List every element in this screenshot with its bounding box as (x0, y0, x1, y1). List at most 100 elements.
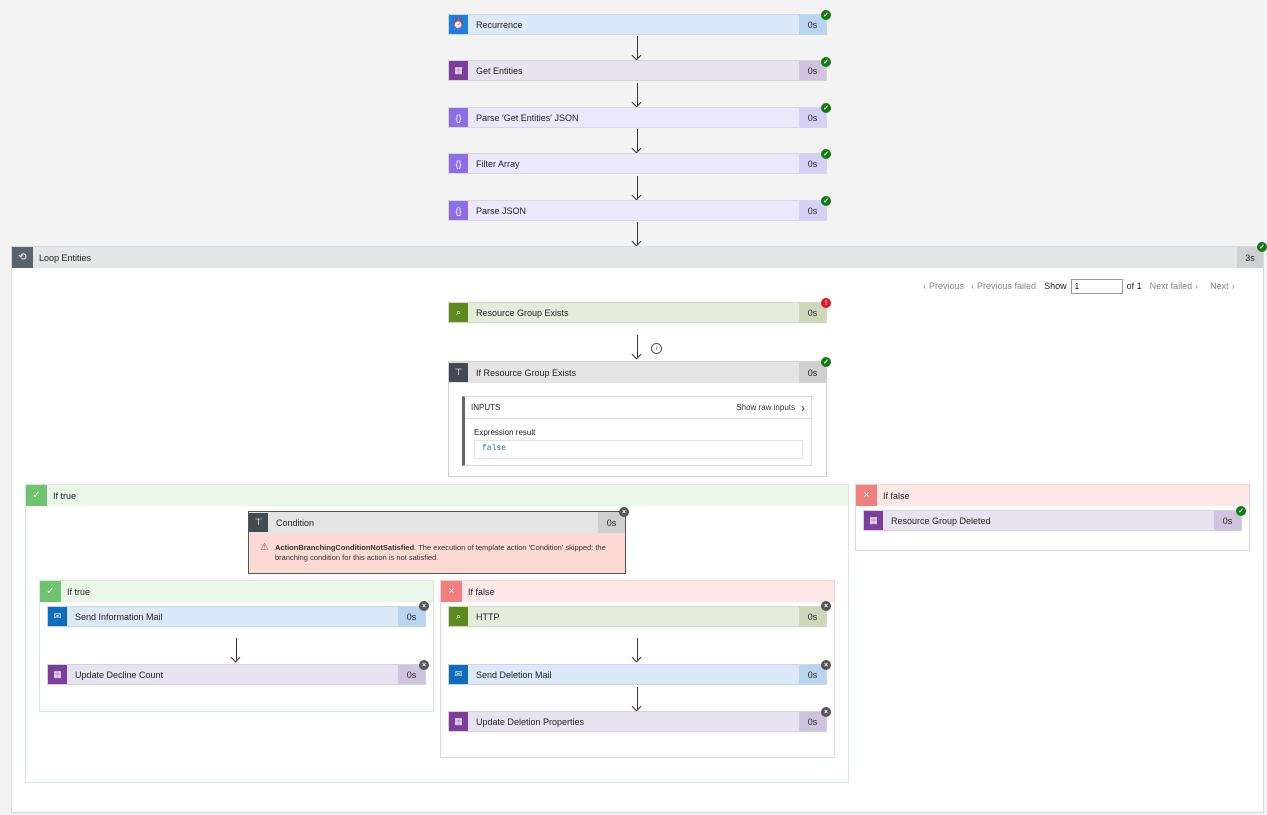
action-resource-group-exists[interactable]: ⌕ Resource Group Exists 0s (448, 302, 827, 323)
action-get-entities[interactable]: ▦ Get Entities 0s (448, 60, 827, 81)
chevron-left-icon: ‹ (923, 281, 926, 291)
action-title: Send Information Mail (75, 611, 163, 622)
action-title: Parse JSON (476, 205, 527, 216)
arrow-icon (637, 83, 638, 105)
outlook-icon: ✉ (48, 607, 67, 626)
branch-label: If false (468, 586, 495, 597)
branch-label: If true (53, 490, 77, 501)
action-title: Get Entities (476, 65, 523, 76)
skipped-icon: × (419, 660, 429, 670)
action-update-deletion-properties[interactable]: ▦ Update Deletion Properties 0s (448, 711, 827, 732)
skipped-icon: × (619, 507, 629, 517)
arrow-icon (637, 638, 638, 660)
chevron-right-icon: › (1231, 281, 1235, 291)
arrow-icon (637, 36, 638, 58)
page-input[interactable] (1070, 278, 1123, 294)
success-icon: ✓ (1236, 506, 1246, 516)
action-parse-json[interactable]: {} Parse JSON 0s (448, 200, 827, 221)
success-icon: ✓ (821, 357, 831, 367)
skipped-icon: × (821, 660, 831, 670)
action-send-deletion-mail[interactable]: ✉ Send Deletion Mail 0s (448, 664, 827, 685)
condition-icon: ⊤ (249, 513, 268, 532)
action-title: Resource Group Exists (476, 307, 569, 318)
expression-label: Expression result (474, 428, 536, 437)
success-icon: ✓ (821, 57, 831, 67)
skipped-icon: × (419, 601, 429, 611)
expression-value: false (474, 440, 803, 459)
inner-if-true-header[interactable]: ✓ If true (40, 581, 433, 602)
table-storage-icon: ▦ (449, 712, 468, 731)
info-icon[interactable]: i (651, 343, 662, 354)
show-label: Show (1044, 281, 1067, 291)
chevron-right-icon: › (1195, 281, 1199, 291)
check-icon: ✓ (40, 581, 61, 602)
success-icon: ✓ (1257, 242, 1267, 252)
pager: ‹ Previous ‹ Previous failed Show of 1 N… (923, 278, 1235, 294)
arrow-icon (637, 687, 638, 709)
previous-link[interactable]: Previous (929, 281, 964, 291)
action-send-information-mail[interactable]: ✉ Send Information Mail 0s (47, 606, 426, 627)
action-title: Condition (276, 517, 315, 528)
arrow-icon (637, 129, 638, 151)
inner-if-false-header[interactable]: × If false (441, 581, 834, 602)
branch-label: If false (883, 490, 910, 501)
action-update-decline-count[interactable]: ▦ Update Decline Count 0s (47, 664, 426, 685)
warning-icon: ⚠ (260, 542, 269, 553)
table-storage-icon: ▦ (449, 61, 468, 80)
success-icon: ✓ (821, 10, 831, 20)
action-resource-group-deleted[interactable]: ▦ Resource Group Deleted 0s (863, 510, 1242, 531)
loop-icon: ⟲ (12, 247, 33, 268)
table-storage-icon: ▦ (864, 511, 883, 530)
table-storage-icon: ▦ (48, 665, 67, 684)
action-title: Filter Array (476, 158, 520, 169)
condition-header[interactable]: ⊤ If Resource Group Exists 0s (449, 362, 826, 383)
skipped-icon: × (821, 707, 831, 717)
loop-title: Loop Entities (39, 252, 92, 263)
action-parse-get-entities-json[interactable]: {} Parse 'Get Entities' JSON 0s (448, 107, 827, 128)
globe-icon: ⌕ (449, 303, 468, 322)
error-code: ActionBranchingConditionNotSatisfied (275, 543, 415, 552)
chevron-right-icon: › (801, 400, 805, 415)
clock-icon: ⏰ (449, 15, 468, 34)
arrow-icon (637, 222, 638, 244)
loop-header[interactable]: ⟲ Loop Entities 3s (12, 247, 1263, 268)
filter-icon: {} (449, 154, 468, 173)
previous-failed-link[interactable]: Previous failed (977, 281, 1036, 291)
action-title: Recurrence (476, 19, 523, 30)
action-filter-array[interactable]: {} Filter Array 0s (448, 153, 827, 174)
if-resource-group-exists-card: ⊤ If Resource Group Exists 0s INPUTS Sho… (448, 361, 827, 477)
arrow-icon (637, 335, 638, 357)
chevron-left-icon: ‹ (971, 281, 975, 291)
show-raw-inputs-link[interactable]: Show raw inputs (736, 403, 795, 412)
page-of-label: of 1 (1126, 281, 1142, 291)
action-title: Update Decline Count (75, 669, 164, 680)
condition-card: ⊤ Condition 0s ⚠ ActionBranchingConditio… (248, 511, 626, 574)
next-failed-link[interactable]: Next failed (1150, 281, 1193, 291)
arrow-icon (637, 176, 638, 198)
success-icon: ✓ (821, 103, 831, 113)
if-true-header[interactable]: ✓ If true (26, 485, 848, 506)
action-title: Send Deletion Mail (476, 669, 552, 680)
action-title: Update Deletion Properties (476, 716, 585, 727)
close-icon: × (856, 485, 877, 506)
action-http[interactable]: ⌕ HTTP 0s (448, 606, 827, 627)
action-title: Parse 'Get Entities' JSON (476, 112, 579, 123)
inputs-panel: INPUTS Show raw inputs › Expression resu… (462, 396, 812, 466)
error-message: ActionBranchingConditionNotSatisfied. Th… (275, 543, 620, 563)
json-icon: {} (449, 201, 468, 220)
globe-icon: ⌕ (449, 607, 468, 626)
action-title: HTTP (476, 611, 500, 622)
outlook-icon: ✉ (449, 665, 468, 684)
next-link[interactable]: Next (1210, 281, 1229, 291)
condition-header[interactable]: ⊤ Condition 0s (249, 512, 625, 533)
close-icon: × (441, 581, 462, 602)
if-false-header[interactable]: × If false (856, 485, 1249, 506)
arrow-icon (236, 638, 237, 660)
action-title: Resource Group Deleted (891, 515, 991, 526)
check-icon: ✓ (26, 485, 47, 506)
action-recurrence[interactable]: ⏰ Recurrence 0s (448, 14, 827, 35)
skipped-icon: × (821, 601, 831, 611)
json-icon: {} (449, 108, 468, 127)
success-icon: ✓ (821, 149, 831, 159)
success-icon: ✓ (821, 196, 831, 206)
